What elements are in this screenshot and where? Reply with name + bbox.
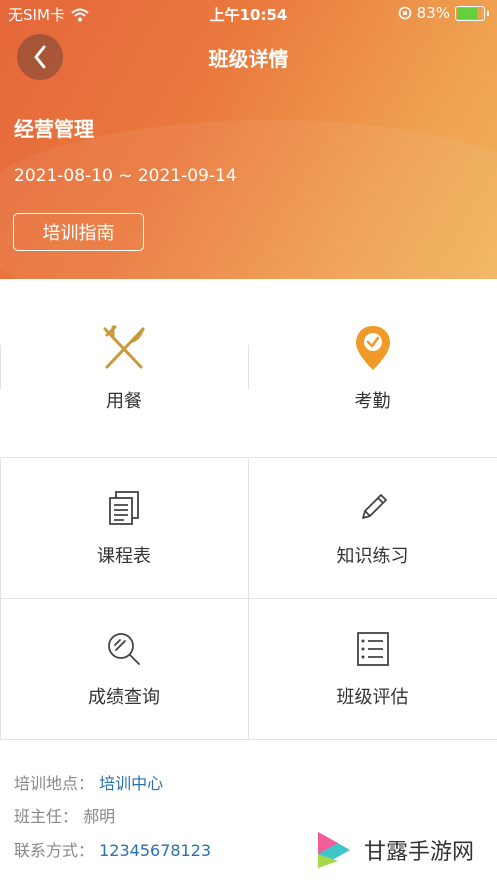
practice-menu-item[interactable]: 知识练习: [248, 488, 497, 568]
battery-fill: [457, 7, 477, 19]
schedule-label: 课程表: [97, 546, 151, 567]
pencil-icon: [361, 494, 387, 519]
grades-menu-item[interactable]: 成绩查询: [0, 629, 248, 709]
page-title: 班级详情: [208, 47, 289, 71]
watermark: 甘露手游网: [314, 828, 474, 872]
battery-tip: [487, 10, 489, 16]
status-bar: 无SIM卡 上午10:54 83%: [0, 0, 497, 28]
watermark-text: 甘露手游网: [364, 840, 475, 865]
teacher-label: 班主任：: [14, 807, 79, 826]
battery-icon: [455, 5, 485, 21]
document-stack-icon: [109, 491, 139, 525]
practice-label: 知识练习: [336, 546, 409, 567]
grid-line: [0, 739, 497, 740]
teacher-value: 郝明: [83, 807, 116, 826]
grades-label: 成绩查询: [88, 687, 160, 708]
contact-phone-link[interactable]: 12345678123: [99, 841, 211, 860]
location-link[interactable]: 培训中心: [99, 774, 163, 793]
location-check-icon: [355, 326, 390, 370]
watermark-logo-icon: [318, 832, 350, 868]
evaluation-menu-item[interactable]: 班级评估: [248, 629, 497, 709]
contact-row: 联系方式： 12345678123: [14, 837, 211, 861]
teacher-row: 班主任： 郝明: [14, 803, 115, 827]
battery-percent: 83%: [416, 4, 450, 22]
evaluation-label: 班级评估: [336, 687, 409, 708]
class-header: 无SIM卡 上午10:54 83% 班级详情 经营管理 2021-08-10 ~…: [0, 0, 497, 279]
checklist-icon: [356, 632, 389, 666]
schedule-menu-item[interactable]: 课程表: [0, 488, 248, 568]
location-label: 培训地点：: [14, 774, 95, 793]
magnifier-icon: [108, 633, 140, 665]
attendance-label: 考勤: [354, 391, 391, 412]
attendance-menu-item[interactable]: 考勤: [248, 323, 497, 413]
rotation-lock-icon: [398, 6, 411, 20]
location-row: 培训地点： 培训中心: [14, 770, 163, 794]
fork-knife-icon: [103, 325, 145, 369]
class-dates: 2021-08-10 ~ 2021-09-14: [14, 166, 237, 186]
header-wave-decoration: [0, 120, 497, 279]
contact-label: 联系方式：: [14, 841, 95, 860]
dining-menu-item[interactable]: 用餐: [0, 323, 248, 413]
class-name: 经营管理: [14, 117, 94, 141]
training-guide-button[interactable]: 培训指南: [13, 213, 144, 251]
dining-label: 用餐: [106, 391, 142, 412]
